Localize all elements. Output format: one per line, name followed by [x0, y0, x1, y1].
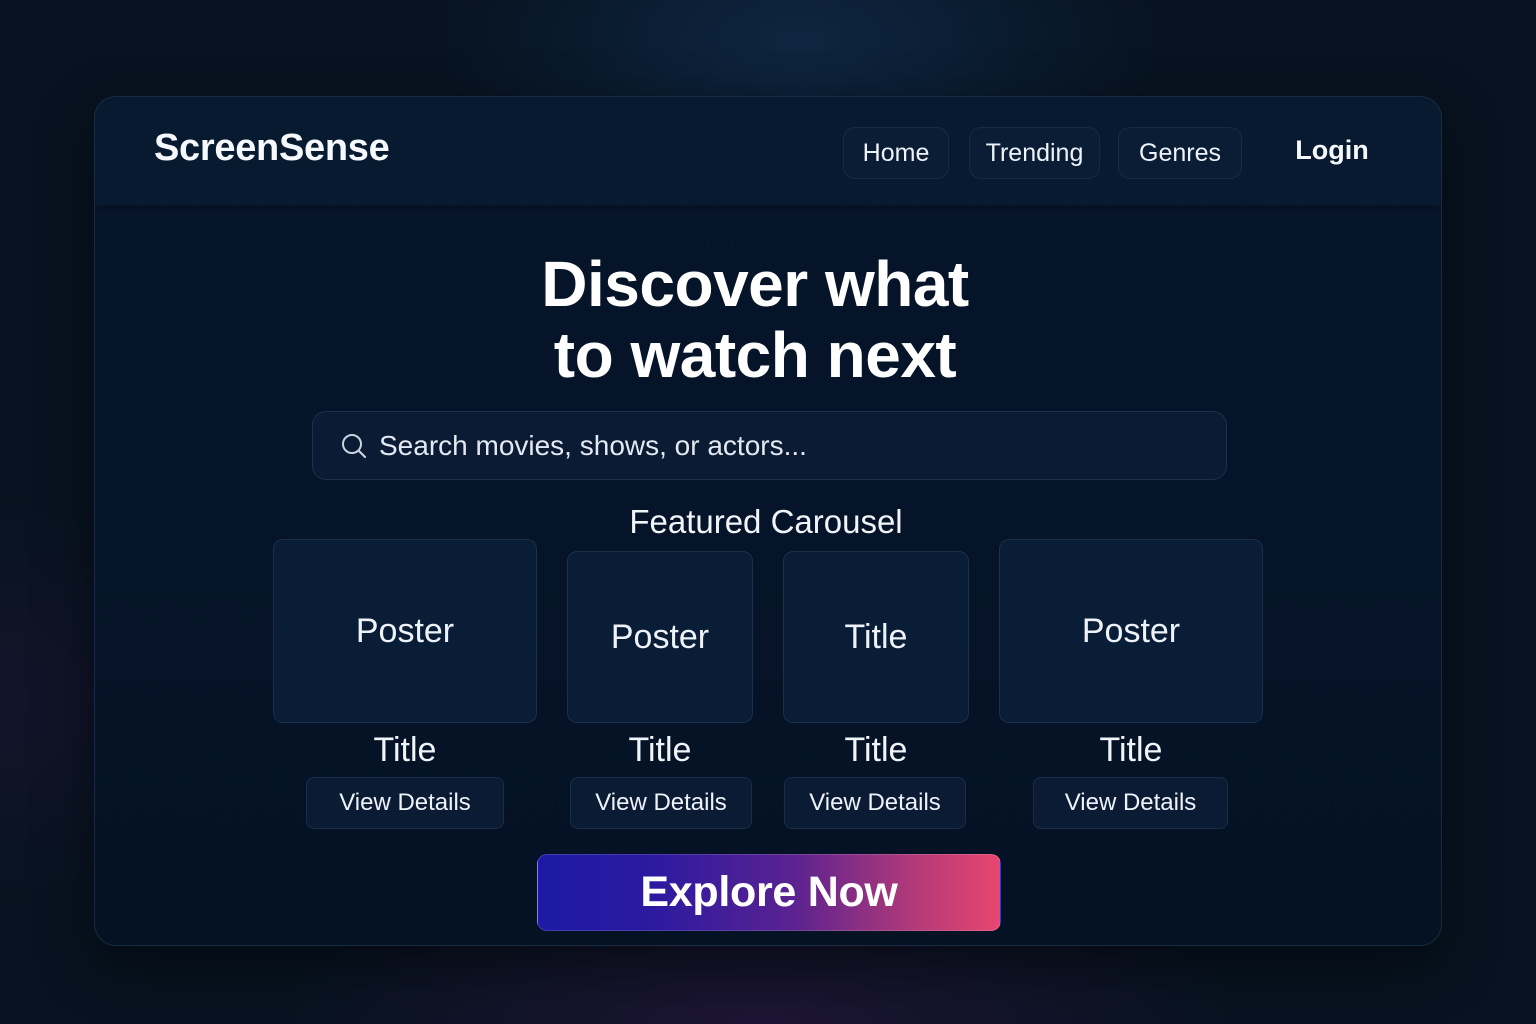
- hero-headline: Discover what to watch next: [95, 249, 1415, 391]
- view-details-button-1[interactable]: View Details: [306, 777, 504, 829]
- nav-home-button[interactable]: Home: [843, 127, 949, 179]
- card-title-1: Title: [373, 731, 437, 769]
- nav-genres-button[interactable]: Genres: [1118, 127, 1242, 179]
- login-button[interactable]: Login: [1287, 135, 1377, 166]
- poster-card-4[interactable]: Poster: [999, 539, 1263, 723]
- carousel-heading: Featured Carousel: [629, 503, 903, 540]
- top-navigation-bar: ScreenSense Home Trending Genres Login: [95, 97, 1441, 206]
- hero-headline-line-1: Discover what: [541, 248, 969, 320]
- search-icon: [342, 434, 367, 459]
- card-title-2: Title: [628, 731, 692, 769]
- card-title-4: Title: [1099, 731, 1163, 769]
- explore-now-button[interactable]: Explore Now: [537, 854, 1001, 931]
- nav-trending-button[interactable]: Trending: [969, 127, 1100, 179]
- view-details-button-2[interactable]: View Details: [570, 777, 752, 829]
- search-bar[interactable]: [312, 411, 1227, 480]
- brand-logo[interactable]: ScreenSense: [154, 127, 390, 170]
- search-input[interactable]: [379, 412, 1199, 479]
- hero-headline-line-2: to watch next: [553, 319, 957, 391]
- app-window: ScreenSense Home Trending Genres Login D…: [94, 96, 1442, 946]
- poster-card-1[interactable]: Poster: [273, 539, 537, 723]
- view-details-button-4[interactable]: View Details: [1033, 777, 1228, 829]
- poster-card-2[interactable]: Poster: [567, 551, 753, 723]
- card-title-3: Title: [844, 731, 908, 769]
- view-details-button-3[interactable]: View Details: [784, 777, 966, 829]
- poster-card-3[interactable]: Title: [783, 551, 969, 723]
